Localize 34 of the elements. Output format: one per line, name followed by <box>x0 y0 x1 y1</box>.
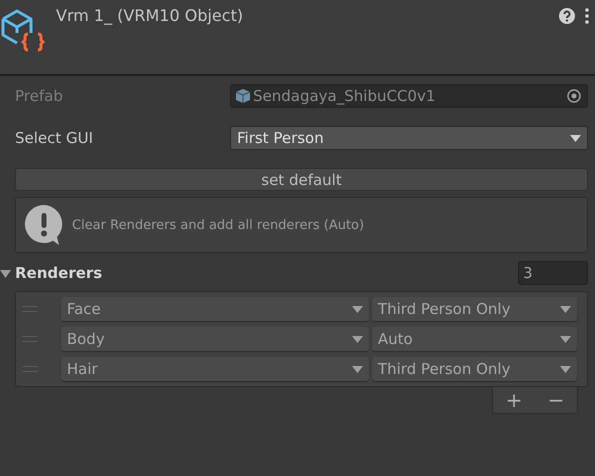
help-message: Clear Renderers and add all renderers (Auto) <box>72 218 364 232</box>
count-field[interactable]: 3 <box>518 261 588 285</box>
remove-button[interactable]: − <box>542 388 570 412</box>
dropdown[interactable]: Third Person Only <box>372 357 577 381</box>
help-icon[interactable] <box>559 8 575 24</box>
dropdown-arrow-icon <box>352 306 363 312</box>
more-options-icon[interactable] <box>585 8 589 24</box>
prefab-icon <box>235 88 251 104</box>
drag-handle-icon[interactable] <box>22 336 38 342</box>
field-label: Select GUI <box>15 129 94 147</box>
dropdown-arrow-icon <box>570 134 581 142</box>
dropdown-arrow-icon <box>352 366 363 372</box>
info-bubble-icon <box>24 204 64 246</box>
field-label: Prefab <box>15 87 64 105</box>
section-title: Renderers <box>15 264 102 282</box>
component-title: Vrm 1_ (VRM10 Object) <box>56 6 244 25</box>
dropdown[interactable]: Auto <box>372 327 577 351</box>
script-cube-icon <box>0 8 46 54</box>
dropdown-arrow-icon <box>560 366 571 372</box>
dropdown-arrow-icon <box>560 306 571 312</box>
dropdown[interactable]: Body <box>60 327 369 351</box>
field-value: Sendagaya_ShibuCC0v1 <box>253 87 436 105</box>
object-picker-icon[interactable] <box>567 89 581 103</box>
dropdown-arrow-icon <box>352 336 363 342</box>
dropdown[interactable]: Third Person Only <box>372 297 577 321</box>
drag-handle-icon[interactable] <box>22 366 38 372</box>
drag-handle-icon[interactable] <box>22 306 38 312</box>
add-button[interactable]: + <box>500 388 528 412</box>
dropdown[interactable]: First Person <box>230 126 588 150</box>
dropdown[interactable]: Hair <box>60 357 369 381</box>
dropdown[interactable]: Face <box>60 297 369 321</box>
set-default-button[interactable]: set default <box>15 168 588 191</box>
dropdown-arrow-icon <box>560 336 571 342</box>
foldout-arrow-icon[interactable] <box>0 268 11 278</box>
